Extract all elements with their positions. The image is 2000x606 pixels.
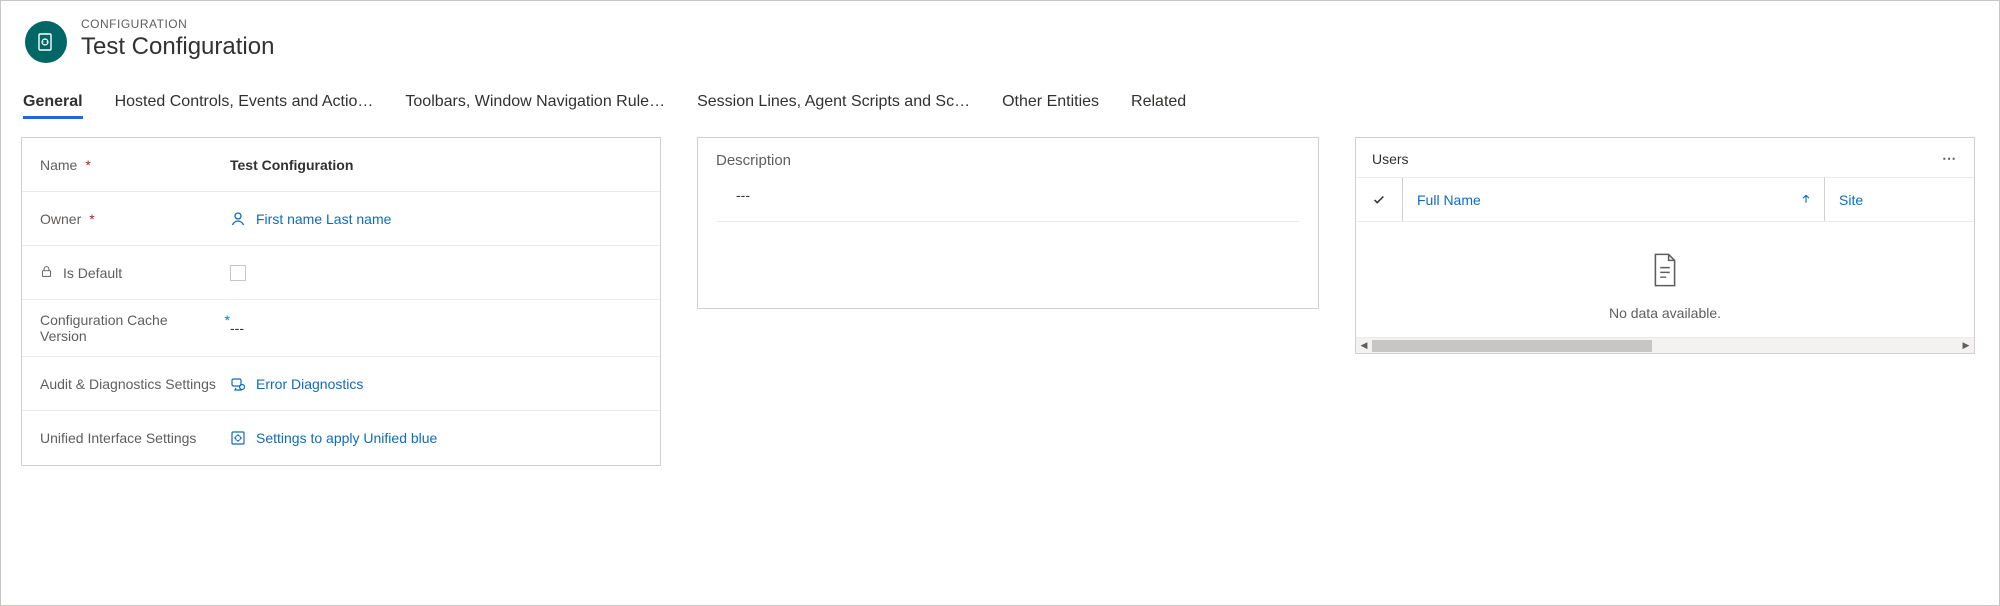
scroll-right-icon[interactable]: ▶ — [1958, 338, 1974, 354]
document-icon — [1650, 252, 1680, 291]
required-marker: * — [85, 157, 90, 173]
scroll-left-icon[interactable]: ◀ — [1356, 338, 1372, 354]
entity-icon — [25, 21, 67, 63]
unified-link[interactable]: Settings to apply Unified blue — [256, 430, 437, 446]
tab-hosted-controls[interactable]: Hosted Controls, Events and Actio… — [115, 91, 374, 117]
users-card: Users ⋯ Full Name Site No data available… — [1355, 137, 1975, 354]
empty-state: No data available. — [1356, 222, 1974, 337]
person-icon — [230, 210, 248, 228]
field-label-audit: Audit & Diagnostics Settings — [40, 376, 216, 392]
empty-text: No data available. — [1609, 305, 1721, 321]
arrow-up-icon — [1800, 192, 1812, 208]
field-is-default: Is Default — [22, 246, 660, 300]
description-card: Description --- — [697, 137, 1319, 309]
entity-kicker: CONFIGURATION — [81, 17, 274, 31]
more-icon[interactable]: ⋯ — [1942, 150, 1958, 167]
users-column-header: Full Name Site — [1356, 178, 1974, 222]
description-value[interactable]: --- — [716, 187, 1300, 222]
select-all-column[interactable] — [1356, 193, 1402, 207]
settings-icon — [230, 429, 248, 447]
audit-link[interactable]: Error Diagnostics — [256, 376, 363, 392]
is-default-checkbox — [230, 265, 246, 281]
column-full-name[interactable]: Full Name — [1402, 178, 1824, 221]
tab-bar: General Hosted Controls, Events and Acti… — [21, 91, 1979, 117]
required-marker: * — [89, 211, 94, 227]
field-value-name[interactable]: Test Configuration — [230, 157, 642, 173]
field-cache-version[interactable]: Configuration Cache Version * --- — [22, 300, 660, 357]
users-title: Users — [1372, 151, 1409, 167]
field-label-name: Name — [40, 157, 77, 173]
horizontal-scrollbar[interactable]: ◀ ▶ — [1356, 337, 1974, 353]
field-label-is-default: Is Default — [63, 265, 122, 281]
description-label: Description — [716, 152, 1300, 169]
lock-icon — [40, 265, 53, 278]
tab-related[interactable]: Related — [1131, 91, 1186, 117]
diagnostics-icon — [230, 375, 248, 393]
tab-other-entities[interactable]: Other Entities — [1002, 91, 1099, 117]
form-card: Name * Test Configuration Owner * First … — [21, 137, 661, 466]
field-label-owner: Owner — [40, 211, 81, 227]
field-owner[interactable]: Owner * First name Last name — [22, 192, 660, 246]
tab-session-lines[interactable]: Session Lines, Agent Scripts and Sc… — [697, 91, 970, 117]
field-unified[interactable]: Unified Interface Settings Settings to a… — [22, 411, 660, 465]
owner-link[interactable]: First name Last name — [256, 211, 391, 227]
field-label-unified: Unified Interface Settings — [40, 430, 196, 446]
tab-toolbars[interactable]: Toolbars, Window Navigation Rule… — [405, 91, 665, 117]
field-audit[interactable]: Audit & Diagnostics Settings Error Diagn… — [22, 357, 660, 411]
record-header: CONFIGURATION Test Configuration — [21, 17, 1979, 63]
field-value-cache-version[interactable]: --- — [230, 320, 642, 336]
column-site[interactable]: Site — [1824, 178, 1974, 221]
field-name[interactable]: Name * Test Configuration — [22, 138, 660, 192]
page-title: Test Configuration — [81, 33, 274, 61]
tab-general[interactable]: General — [23, 91, 83, 117]
field-label-cache-version: Configuration Cache Version — [40, 312, 217, 344]
scroll-thumb[interactable] — [1372, 340, 1652, 352]
